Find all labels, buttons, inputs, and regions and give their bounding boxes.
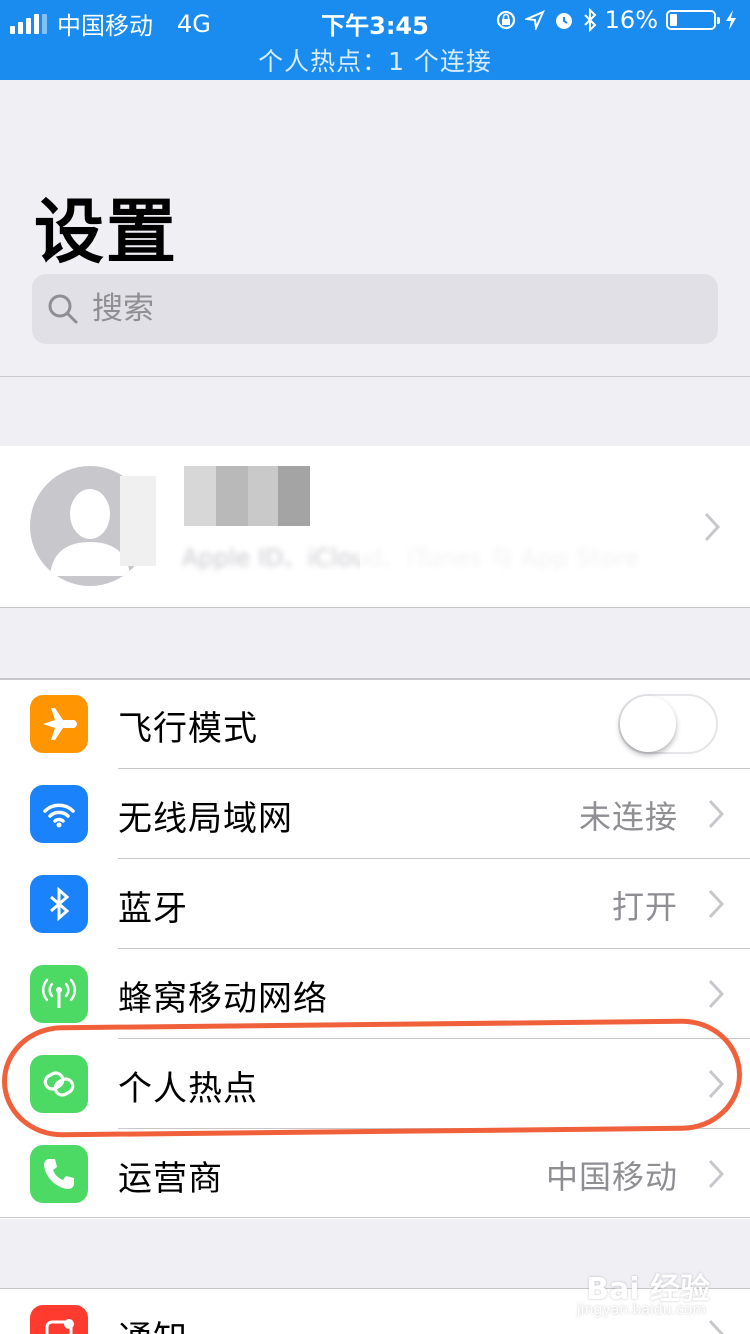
settings-row-carrier[interactable]: 运营商 中国移动 <box>0 1129 750 1219</box>
airplane-mode-toggle[interactable] <box>618 694 718 754</box>
status-bar: 中国移动 4G 下午3:45 16% 个人热点：1 个连接 <box>0 0 750 80</box>
watermark-url: jingyan.baidu.com <box>576 1302 706 1318</box>
rotation-lock-icon <box>496 10 515 30</box>
row-label: 通知 <box>118 1311 188 1334</box>
row-value: 未连接 <box>578 798 678 836</box>
chevron-right-icon <box>708 1159 724 1189</box>
phone-icon <box>30 1145 88 1203</box>
charging-icon <box>726 10 736 30</box>
bluetooth-status-icon <box>583 8 597 32</box>
row-value: 中国移动 <box>545 1158 678 1196</box>
cellular-antenna-icon <box>30 965 88 1023</box>
redacted-name <box>184 466 310 526</box>
row-label: 无线局域网 <box>118 799 293 839</box>
redacted-area <box>360 524 650 584</box>
divider <box>0 1217 750 1218</box>
settings-row-wifi[interactable]: 无线局域网 未连接 <box>0 769 750 859</box>
highlight-annotation <box>1 1018 743 1138</box>
row-label: 飞行模式 <box>118 709 258 749</box>
battery-icon <box>666 10 720 30</box>
row-label: 运营商 <box>118 1159 223 1199</box>
chevron-right-icon <box>708 889 724 919</box>
search-icon <box>48 294 78 324</box>
alarm-icon <box>555 13 572 29</box>
chevron-right-icon <box>708 1319 724 1334</box>
airplane-icon <box>30 695 88 753</box>
row-label: 蜂窝移动网络 <box>118 979 328 1019</box>
notifications-icon <box>30 1305 88 1334</box>
chevron-right-icon <box>708 979 724 1009</box>
settings-group-connectivity: 飞行模式 无线局域网 未连接 蓝牙 打开 蜂窝移动网络 个人热点 运营商 中国移… <box>0 679 750 1219</box>
apple-id-cell[interactable]: Apple ID、iCloud、iTunes 与 App Store <box>0 446 750 607</box>
settings-row-bluetooth[interactable]: 蓝牙 打开 <box>0 859 750 949</box>
row-label: 蓝牙 <box>118 889 188 929</box>
divider <box>0 607 750 608</box>
row-value: 打开 <box>611 888 678 926</box>
bluetooth-icon <box>30 875 88 933</box>
battery-percent: 16% <box>604 6 658 34</box>
location-icon <box>524 10 545 30</box>
search-bar[interactable] <box>32 274 718 344</box>
redacted-area <box>120 476 156 566</box>
divider <box>0 376 750 377</box>
divider <box>0 679 750 680</box>
settings-row-airplane-mode[interactable]: 飞行模式 <box>0 679 750 769</box>
chevron-right-icon <box>704 512 720 542</box>
chevron-right-icon <box>708 799 724 829</box>
page-title: 设置 <box>34 191 178 273</box>
hotspot-banner[interactable]: 个人热点：1 个连接 <box>0 42 750 78</box>
wifi-icon <box>30 785 88 843</box>
search-input[interactable] <box>90 290 694 328</box>
